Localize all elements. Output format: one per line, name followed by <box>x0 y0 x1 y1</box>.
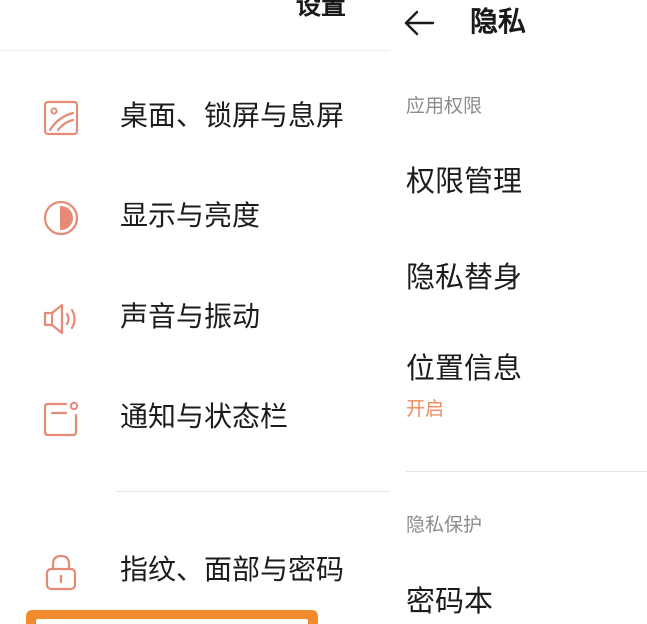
section-header-app-permissions: 应用权限 <box>406 95 483 117</box>
location-status: 开启 <box>406 398 445 420</box>
settings-item-label: 指纹、面部与密码 <box>120 553 345 586</box>
settings-item-security[interactable]: 指纹、面部与密码 <box>0 540 390 600</box>
privacy-item-location[interactable]: 位置信息 <box>406 347 522 389</box>
settings-panel: 设置 桌面、锁屏与息屏 显示与亮度 声音与振动 通知与状态栏 指纹、面部与密码 <box>0 0 390 624</box>
privacy-item-permission-management[interactable]: 权限管理 <box>406 160 522 202</box>
split-screen: 设置 桌面、锁屏与息屏 显示与亮度 声音与振动 通知与状态栏 指纹、面部与密码 … <box>0 0 647 624</box>
settings-item-label: 通知与状态栏 <box>120 400 289 433</box>
settings-item-label: 显示与亮度 <box>120 199 261 232</box>
section-divider <box>406 471 647 472</box>
settings-item-sound[interactable]: 声音与振动 <box>0 287 390 347</box>
settings-item-label: 声音与振动 <box>120 300 261 333</box>
header-divider <box>0 50 390 51</box>
settings-title: 设置 <box>296 0 347 20</box>
settings-item-notification[interactable]: 通知与状态栏 <box>0 387 390 447</box>
lock-icon <box>45 554 77 591</box>
settings-item-label: 桌面、锁屏与息屏 <box>120 99 345 132</box>
section-divider <box>116 491 390 492</box>
privacy-item-privacy-substitute[interactable]: 隐私替身 <box>406 256 522 298</box>
highlight-frame-inner <box>36 619 308 624</box>
highlight-frame <box>26 610 318 624</box>
settings-item-wallpaper[interactable]: 桌面、锁屏与息屏 <box>0 86 390 146</box>
notification-icon <box>43 401 79 437</box>
privacy-item-password-book[interactable]: 密码本 <box>406 580 493 622</box>
speaker-icon <box>43 303 76 335</box>
settings-item-display[interactable]: 显示与亮度 <box>0 186 390 246</box>
wallpaper-icon <box>43 100 79 136</box>
privacy-title: 隐私 <box>470 5 527 38</box>
privacy-panel: 隐私 应用权限 权限管理 隐私替身 位置信息 开启 隐私保护 密码本 <box>390 0 647 624</box>
back-arrow-icon[interactable] <box>402 6 436 40</box>
brightness-icon <box>43 200 79 236</box>
section-header-privacy-protection: 隐私保护 <box>406 514 483 536</box>
